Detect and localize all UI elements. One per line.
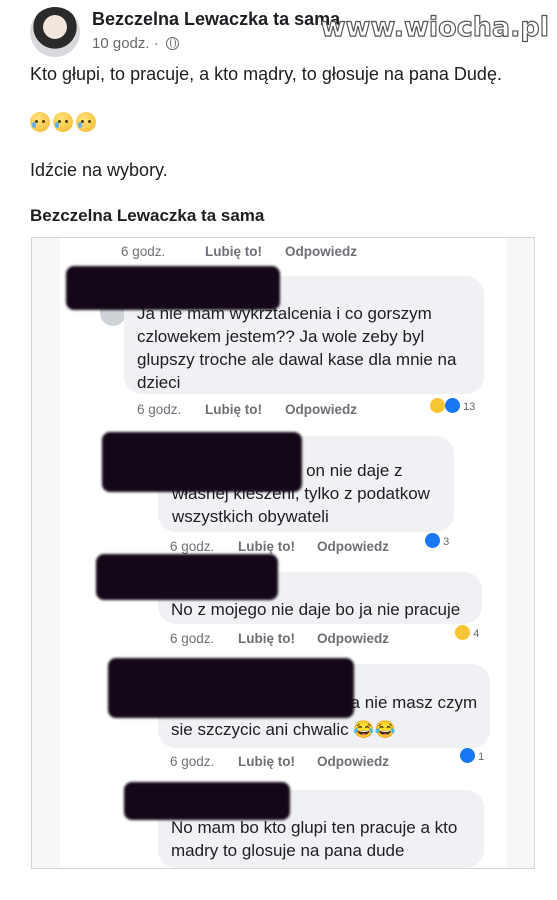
redaction-mark	[124, 782, 290, 820]
post-header: Bezczelna Lewaczka ta sama 10 godz. · ww…	[0, 0, 557, 62]
comment-time: 6 godz.	[121, 244, 166, 259]
like-link[interactable]: Lubię to!	[205, 402, 262, 417]
like-reaction-icon	[460, 748, 475, 763]
post-footer	[0, 884, 557, 900]
like-link[interactable]: Lubię to!	[238, 631, 295, 646]
redaction-mark	[102, 432, 302, 492]
comment-line: sie szczycic ani chwalic 😂😂	[171, 720, 396, 739]
like-reaction-icon	[445, 398, 460, 413]
comment-line: wszystkich obywateli	[172, 507, 329, 526]
comment-line: dzieci	[137, 373, 181, 392]
haha-reaction-icon	[455, 625, 470, 640]
post-meta: 10 godz. ·	[92, 35, 179, 52]
call-to-action-text: Idźcie na wybory.	[30, 160, 168, 180]
emoji-row	[30, 112, 99, 137]
like-link[interactable]: Lubię to!	[238, 754, 295, 769]
comment-line: czlowekem jestem?? Ja wole zeby byl	[137, 327, 425, 346]
crying-emoji-icon	[76, 112, 96, 132]
comment-time: 6 godz.	[170, 631, 215, 646]
reply-link[interactable]: Odpowiedz	[285, 402, 357, 417]
like-link[interactable]: Lubię to!	[205, 244, 262, 259]
author-name[interactable]: Bezczelna Lewaczka ta sama	[92, 9, 340, 30]
shared-title: Bezczelna Lewaczka ta sama	[30, 206, 265, 225]
crying-emoji-icon	[30, 112, 50, 132]
haha-reaction-icon	[430, 398, 445, 413]
redaction-mark	[108, 658, 354, 718]
author-avatar[interactable]	[30, 7, 80, 57]
like-link[interactable]: Lubię to!	[238, 539, 295, 554]
comment-time: 6 godz.	[137, 402, 182, 417]
reaction-count: 13	[430, 398, 475, 413]
comment-time: 6 godz.	[170, 754, 215, 769]
reaction-count: 4	[455, 625, 479, 640]
comment-line: madry to glosuje na pana dude	[171, 841, 405, 860]
reply-link[interactable]: Odpowiedz	[317, 754, 389, 769]
redaction-mark	[66, 266, 280, 310]
reaction-count: 1	[460, 748, 484, 763]
watermark: www.wiocha.pl	[320, 11, 550, 43]
reply-link[interactable]: Odpowiedz	[285, 244, 357, 259]
comment-time: 6 godz.	[170, 539, 215, 554]
comments-panel: 6 godz. Lubię to! Odpowiedz Ja nie mam w…	[60, 238, 506, 868]
post-time[interactable]: 10 godz. ·	[92, 35, 159, 52]
reaction-count: 3	[425, 533, 449, 548]
like-reaction-icon	[425, 533, 440, 548]
reply-link[interactable]: Odpowiedz	[317, 631, 389, 646]
post-text: Kto głupi, to pracuje, a kto mądry, to g…	[30, 64, 502, 84]
embedded-screenshot: 6 godz. Lubię to! Odpowiedz Ja nie mam w…	[31, 237, 535, 869]
comment-line: No z mojego nie daje bo ja nie pracuje	[171, 600, 461, 619]
crying-emoji-icon	[53, 112, 73, 132]
reply-link[interactable]: Odpowiedz	[317, 539, 389, 554]
globe-icon	[165, 37, 179, 50]
comment-line: glupszy troche ale dawal kase dla mnie n…	[137, 350, 457, 369]
redaction-mark	[96, 554, 278, 600]
